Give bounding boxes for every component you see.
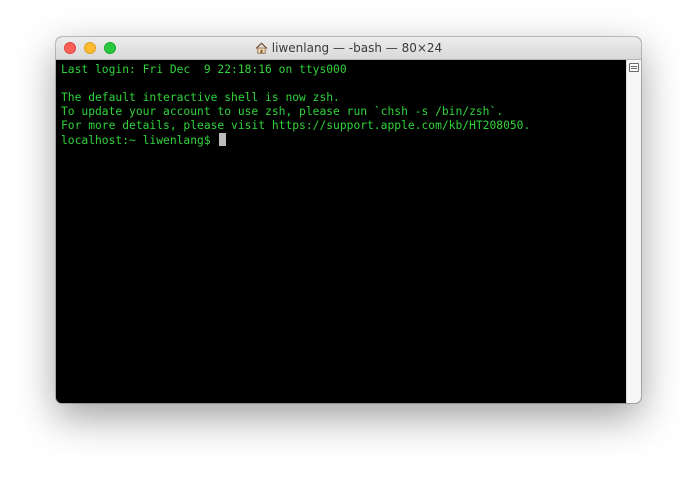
terminal-window: liwenlang — -bash — 80×24 Last login: Fr… xyxy=(56,37,641,403)
split-view-icon[interactable] xyxy=(629,63,639,72)
terminal-line: Last login: Fri Dec 9 22:18:16 on ttys00… xyxy=(61,63,347,76)
terminal-line: For more details, please visit https://s… xyxy=(61,119,531,132)
window-title-text: liwenlang — -bash — 80×24 xyxy=(271,41,443,55)
terminal-line: To update your account to use zsh, pleas… xyxy=(61,105,504,118)
prompt-line[interactable]: localhost:~ liwenlang$ xyxy=(61,133,626,147)
scrollbar[interactable] xyxy=(626,60,641,403)
window-title: liwenlang — -bash — 80×24 xyxy=(56,37,641,59)
terminal-output[interactable]: Last login: Fri Dec 9 22:18:16 on ttys00… xyxy=(56,60,626,403)
terminal-line: The default interactive shell is now zsh… xyxy=(61,91,340,104)
title-bar[interactable]: liwenlang — -bash — 80×24 xyxy=(56,37,641,60)
text-cursor xyxy=(219,133,227,146)
shell-prompt: localhost:~ liwenlang$ xyxy=(61,134,218,147)
home-icon xyxy=(255,42,268,54)
